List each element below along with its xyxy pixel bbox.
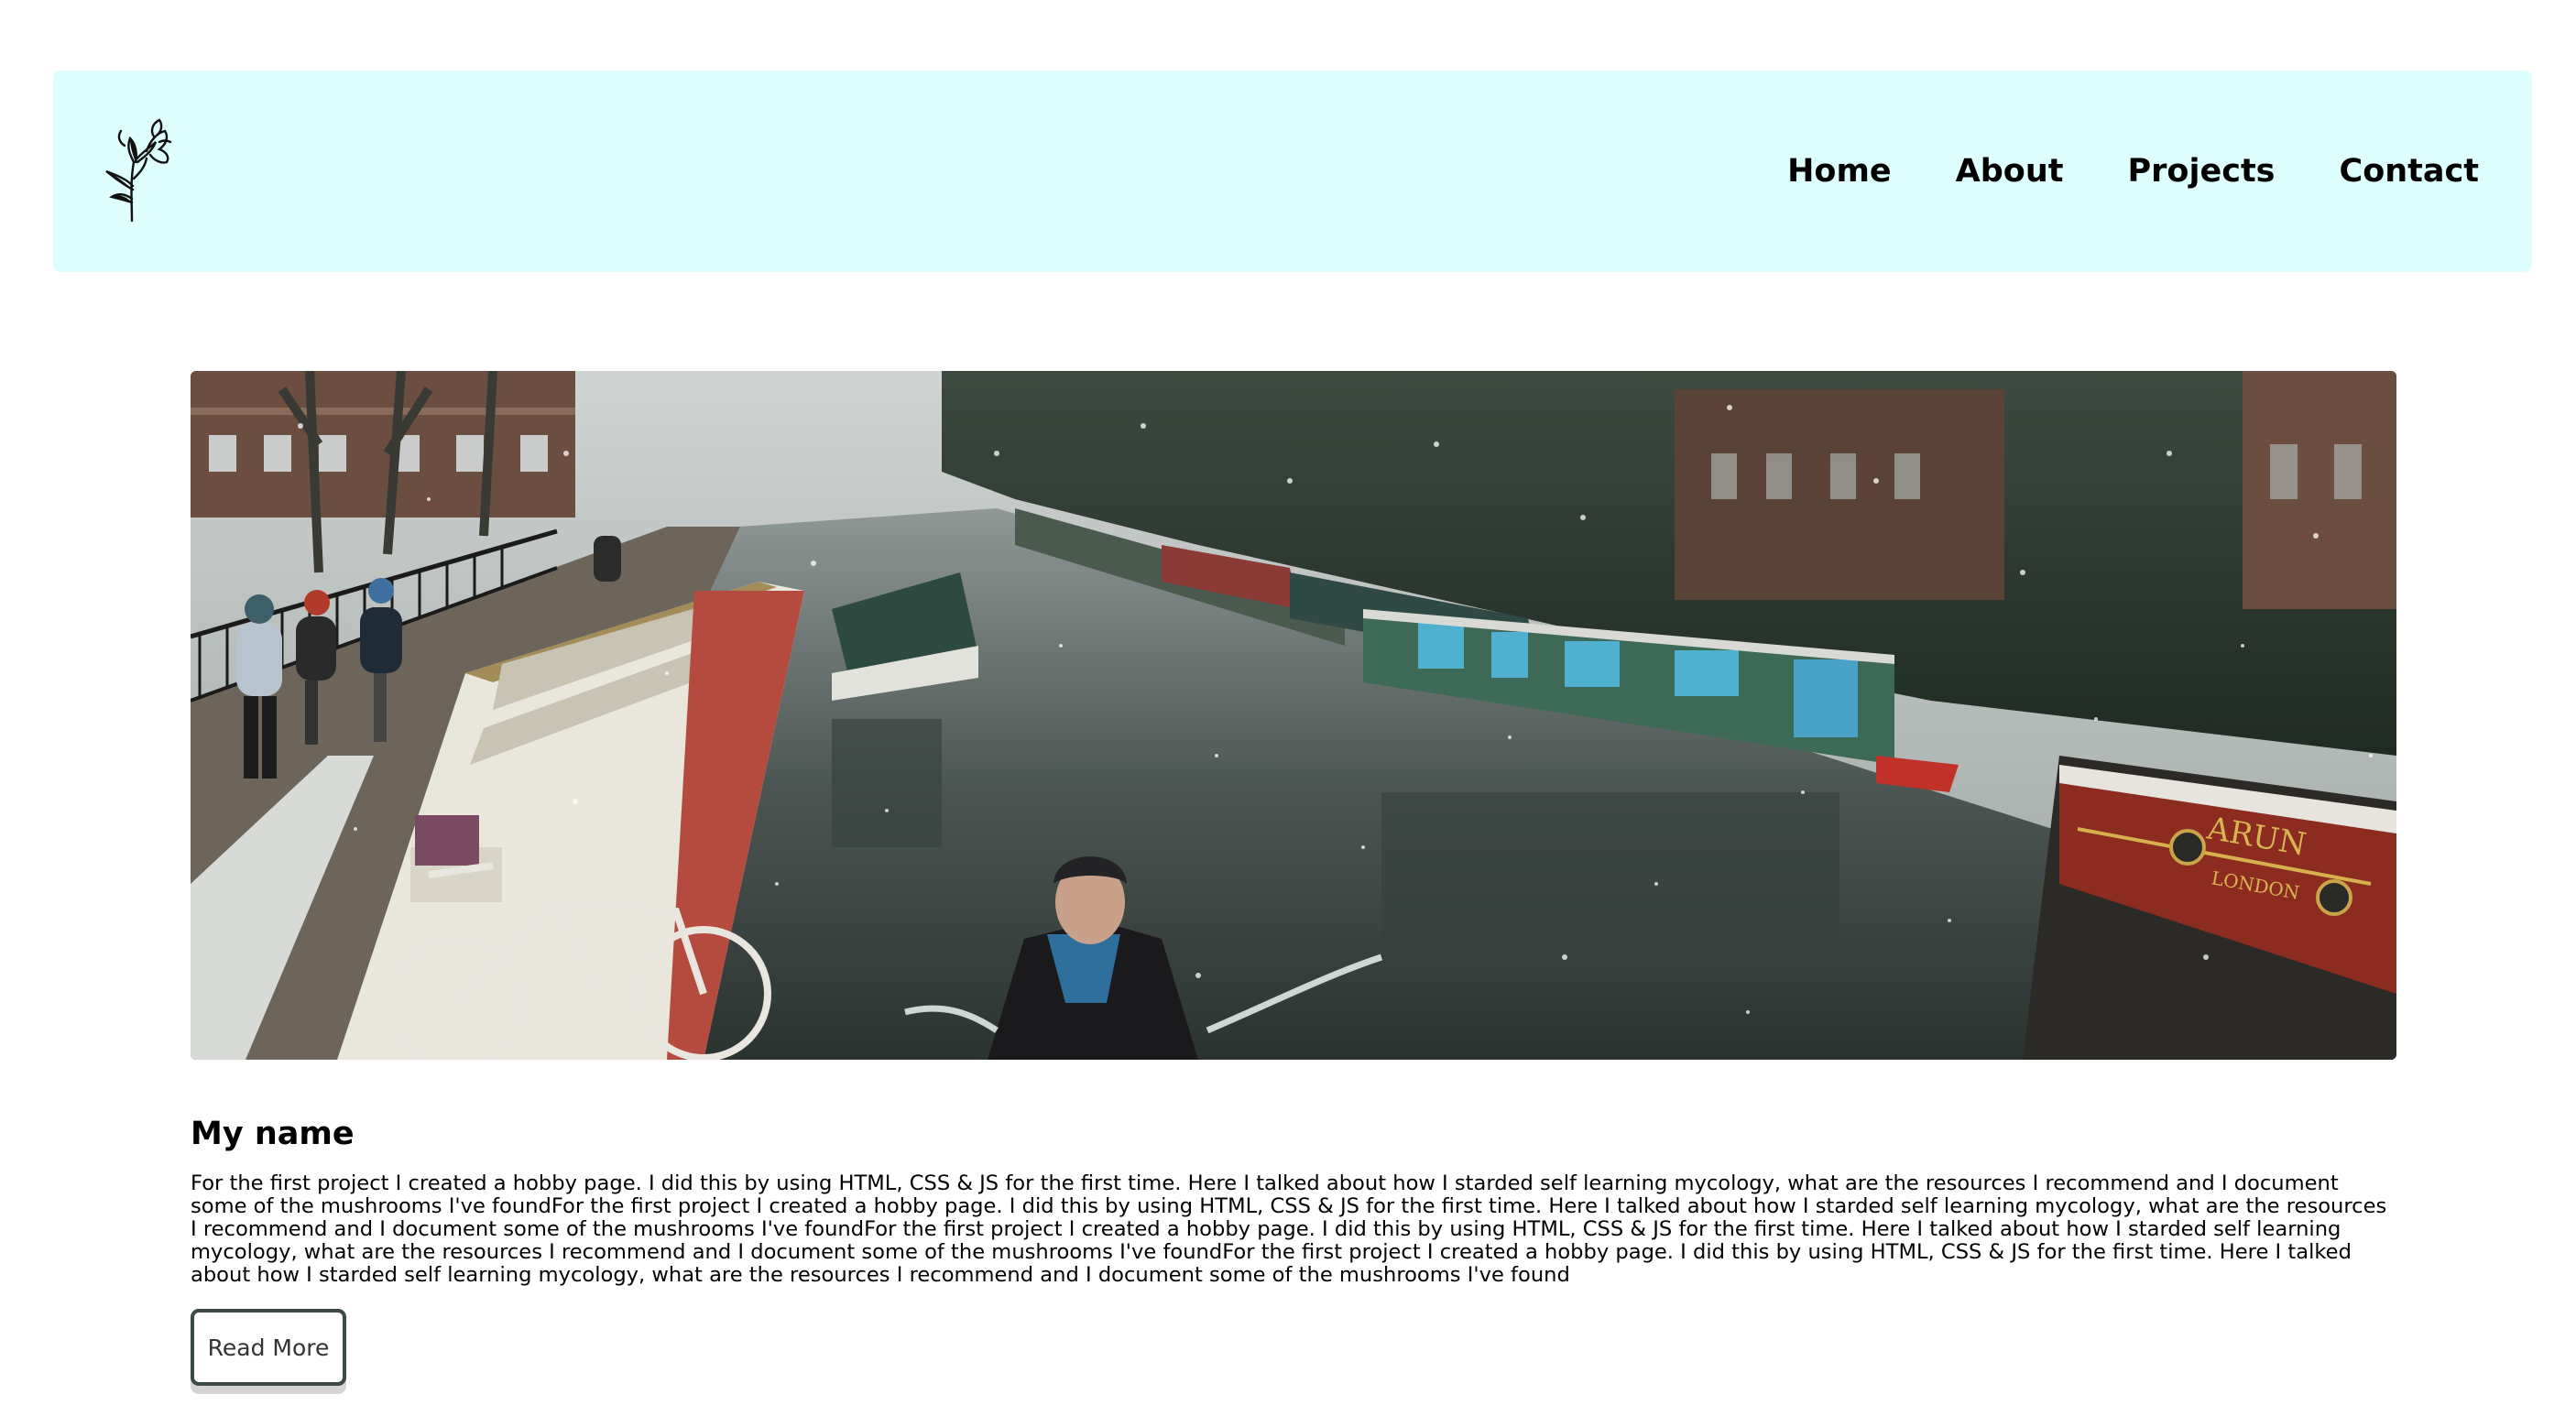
nav-link-home[interactable]: Home — [1787, 153, 1892, 190]
canal-photo-icon: ARUN LONDON — [191, 371, 2396, 1060]
nav-link-contact[interactable]: Contact — [2340, 153, 2479, 190]
nav-link-about[interactable]: About — [1956, 153, 2064, 190]
page-title: My name — [191, 1116, 355, 1152]
hero-image: ARUN LONDON — [191, 371, 2396, 1060]
project-description: For the first project I created a hobby … — [191, 1171, 2387, 1287]
navbar: Home About Projects Contact — [53, 71, 2532, 272]
flower-logo-icon[interactable] — [99, 114, 176, 223]
nav-link-projects[interactable]: Projects — [2128, 153, 2276, 190]
read-more-button[interactable]: Read More — [191, 1309, 346, 1386]
page: Home About Projects Contact ARUN LONDON … — [0, 0, 2576, 1427]
nav-links: Home About Projects Contact — [1723, 71, 2479, 272]
